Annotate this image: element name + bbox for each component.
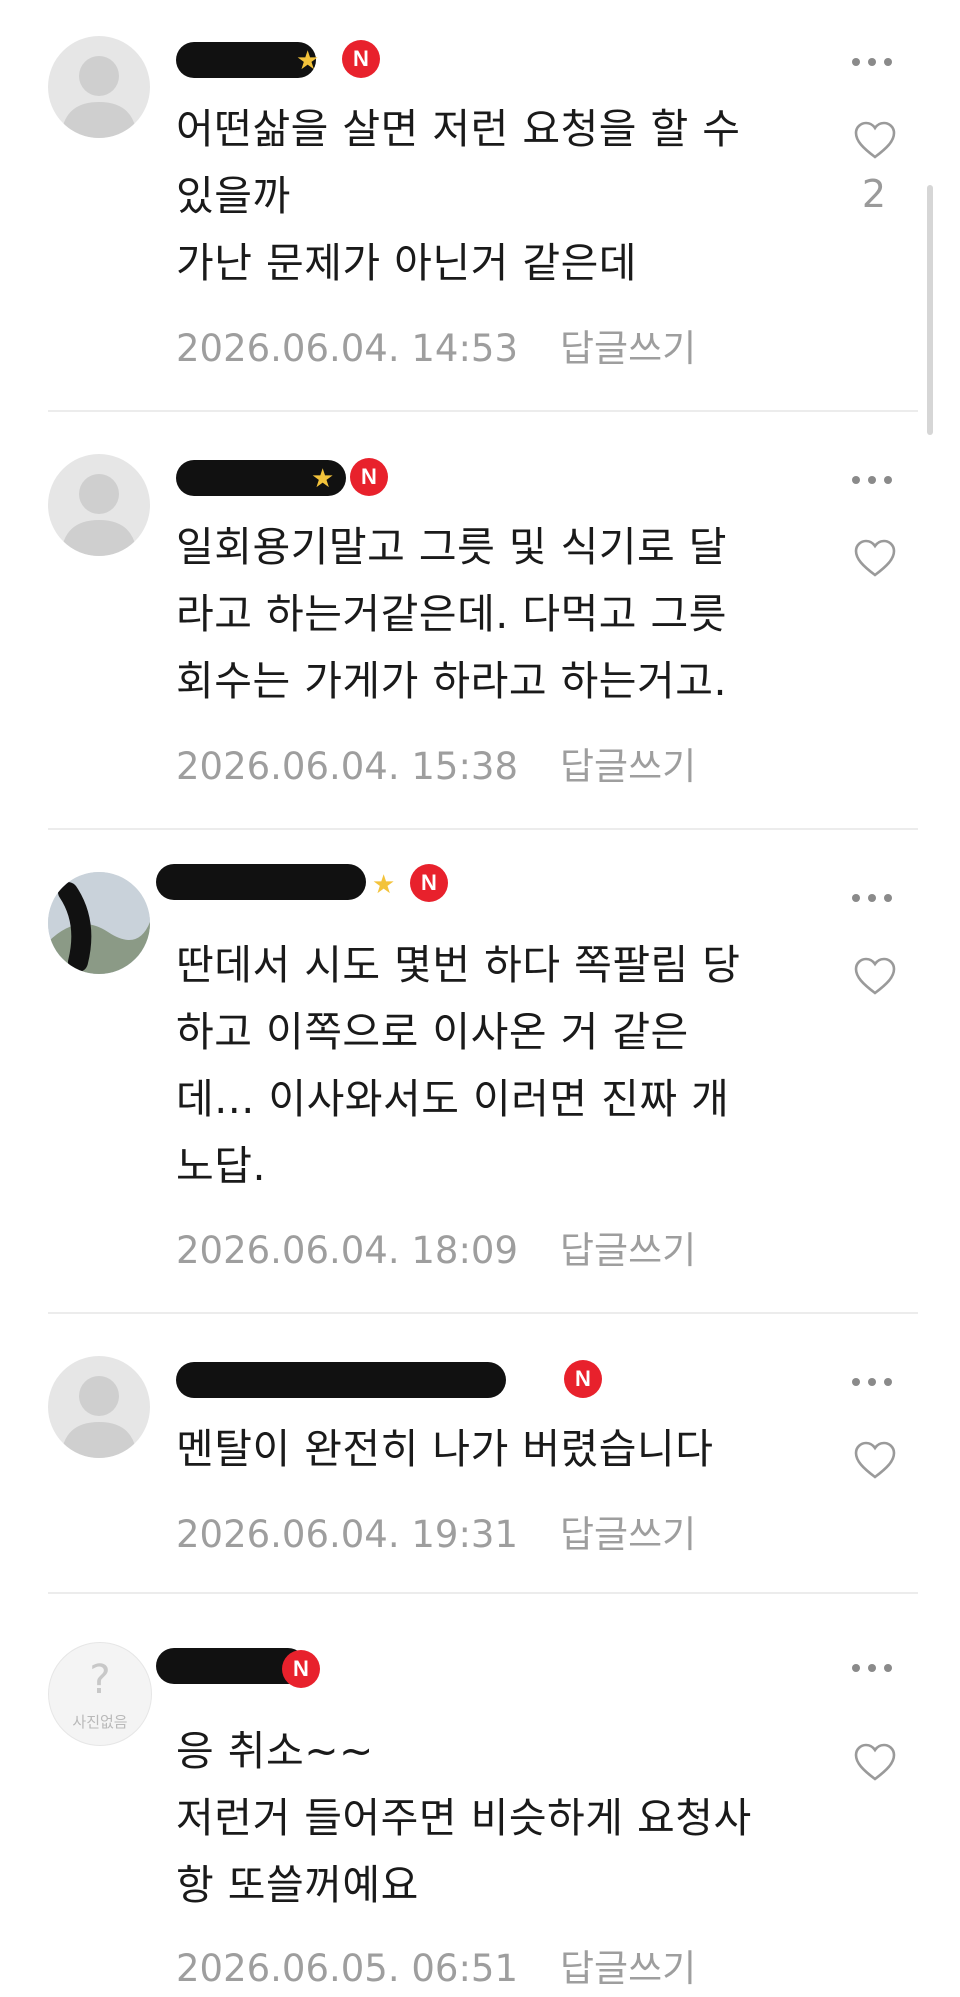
new-badge: N — [410, 864, 448, 902]
comment-meta: 2026.06.04. 14:53 답글쓰기 — [176, 318, 696, 372]
comment-date: 2026.06.04. 14:53 — [176, 327, 518, 370]
avatar[interactable] — [48, 454, 150, 556]
svg-text:?: ? — [89, 1657, 110, 1703]
scrollbar[interactable] — [927, 185, 933, 435]
profile-photo — [48, 872, 150, 974]
star-icon: ★ — [296, 46, 320, 76]
heart-outline-icon[interactable] — [853, 956, 897, 996]
default-profile-icon — [61, 1376, 137, 1458]
more-dots-icon[interactable] — [852, 58, 892, 68]
avatar[interactable] — [48, 36, 150, 138]
author-name[interactable]: N — [176, 1360, 776, 1404]
avatar[interactable] — [48, 1356, 150, 1458]
default-profile-icon — [61, 474, 137, 556]
author-name[interactable]: ★ N — [176, 458, 776, 502]
comment-item: ★ N 어떤삶을 살면 저런 요청을 할 수 있을까 가난 문제가 아닌거 같은… — [0, 0, 960, 412]
star-icon: ★ — [311, 464, 335, 494]
star-icon: ★ — [372, 870, 396, 900]
comment-item: ? 사진없음 N 응 취소~~ 저런거 들어주면 비슷하게 요청사 항 또쓸꺼예… — [0, 1606, 960, 1997]
new-badge: N — [564, 1360, 602, 1398]
more-dots-icon[interactable] — [852, 1664, 892, 1674]
more-dots-icon[interactable] — [852, 894, 892, 904]
redacted-name — [176, 1362, 506, 1398]
default-profile-icon — [61, 56, 137, 138]
heart-outline-icon[interactable] — [853, 1440, 897, 1480]
comment-date: 2026.06.04. 18:09 — [176, 1229, 518, 1272]
more-dots-icon[interactable] — [852, 476, 892, 486]
avatar[interactable] — [48, 872, 150, 974]
comment-date: 2026.06.04. 19:31 — [176, 1513, 518, 1556]
reply-button[interactable]: 답글쓰기 — [560, 1220, 696, 1274]
more-dots-icon[interactable] — [852, 1378, 892, 1388]
divider — [48, 1312, 918, 1314]
comment-meta: 2026.06.05. 06:51 답글쓰기 — [176, 1938, 696, 1992]
author-name[interactable]: ★ N — [156, 856, 776, 902]
reply-button[interactable]: 답글쓰기 — [560, 1938, 696, 1992]
avatar[interactable]: ? 사진없음 — [48, 1642, 152, 1746]
redacted-name — [176, 42, 316, 78]
reply-button[interactable]: 답글쓰기 — [560, 736, 696, 790]
divider — [48, 828, 918, 830]
comment-date: 2026.06.05. 06:51 — [176, 1947, 518, 1990]
comment-meta: 2026.06.04. 15:38 답글쓰기 — [176, 736, 696, 790]
reply-button[interactable]: 답글쓰기 — [560, 1504, 696, 1558]
comment-date: 2026.06.04. 15:38 — [176, 745, 518, 788]
comment-item: N 멘탈이 완전히 나가 버렸습니다 2026.06.04. 19:31 답글쓰기 — [0, 1320, 960, 1610]
like-count: 2 — [861, 172, 887, 216]
reply-button[interactable]: 답글쓰기 — [560, 318, 696, 372]
comment-item: ★ N 딴데서 시도 몇번 하다 쪽팔림 당 하고 이쪽으로 이사온 거 같은 … — [0, 836, 960, 1326]
heart-outline-icon[interactable] — [853, 120, 897, 160]
comment-item: ★ N 일회용기말고 그릇 및 식기로 달 라고 하는거같은데. 다먹고 그릇 … — [0, 418, 960, 830]
divider — [48, 410, 918, 412]
heart-outline-icon[interactable] — [853, 1742, 897, 1782]
heart-outline-icon[interactable] — [853, 538, 897, 578]
comment-meta: 2026.06.04. 18:09 답글쓰기 — [176, 1220, 696, 1274]
new-badge: N — [342, 40, 380, 78]
author-name[interactable]: ★ N — [176, 40, 776, 84]
no-photo-caption: 사진없음 — [72, 1713, 128, 1731]
comment-text: 멘탈이 완전히 나가 버렸습니다 — [176, 1425, 714, 1473]
comment-meta: 2026.06.04. 19:31 답글쓰기 — [176, 1504, 696, 1558]
comment-text: 응 취소~~ 저런거 들어주면 비슷하게 요청사 항 또쓸꺼예요 — [176, 1727, 752, 1909]
comment-text: 딴데서 시도 몇번 하다 쪽팔림 당 하고 이쪽으로 이사온 거 같은 데...… — [176, 941, 741, 1190]
comment-text: 일회용기말고 그릇 및 식기로 달 라고 하는거같은데. 다먹고 그릇 회수는 … — [176, 523, 727, 705]
divider — [48, 1592, 918, 1594]
new-badge: N — [282, 1650, 320, 1688]
new-badge: N — [350, 458, 388, 496]
comment-text: 어떤삶을 살면 저런 요청을 할 수 있을까 가난 문제가 아닌거 같은데 — [176, 105, 741, 287]
author-name[interactable]: N — [156, 1646, 776, 1690]
redacted-name — [156, 864, 366, 900]
